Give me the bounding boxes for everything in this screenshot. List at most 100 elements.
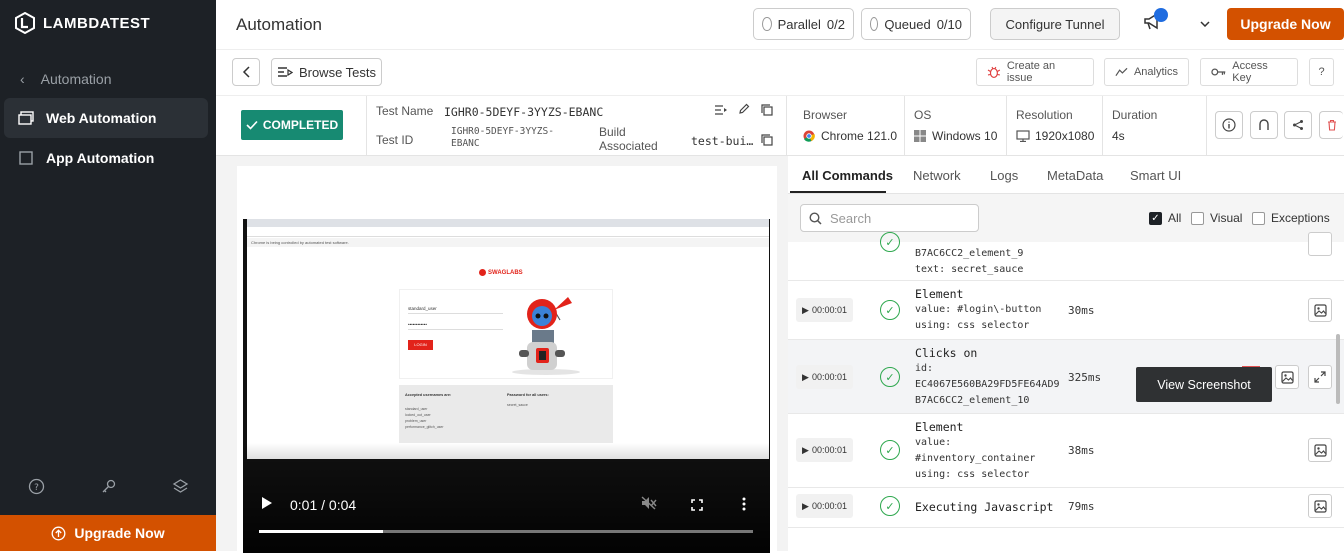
username-field: standard_user — [408, 306, 503, 314]
queued-indicator[interactable]: Queued 0/10 — [861, 8, 971, 40]
create-issue-button[interactable]: Create an issue — [976, 58, 1094, 86]
parallel-indicator[interactable]: Parallel 0/2 — [753, 8, 854, 40]
magnet-icon — [1259, 119, 1269, 130]
video-progress-bar[interactable] — [259, 530, 753, 533]
fullscreen-icon[interactable] — [691, 498, 703, 514]
trash-icon — [1327, 119, 1336, 131]
check-icon — [246, 120, 258, 130]
search-input[interactable]: Search — [800, 204, 979, 232]
credentials-panel: Accepted usernames are: standard_user lo… — [399, 385, 613, 443]
sidebar-item-label: Web Automation — [46, 110, 157, 126]
tab-metadata[interactable]: MetaData — [1047, 168, 1103, 183]
edit-pencil-icon[interactable] — [738, 103, 750, 118]
screenshot-button[interactable] — [1308, 232, 1332, 256]
rename-list-icon[interactable] — [714, 104, 728, 119]
configure-tunnel-button[interactable]: Configure Tunnel — [990, 8, 1120, 40]
key-icon — [1211, 68, 1226, 76]
play-icon[interactable] — [261, 496, 273, 513]
image-icon — [1313, 443, 1327, 457]
info-button[interactable] — [1215, 111, 1243, 139]
command-text: Element value: #inventory_container usin… — [915, 419, 1035, 483]
test-id-value-line1: IGHR0-5DEYF-3YYZS- — [451, 126, 554, 137]
share-button[interactable] — [1284, 111, 1312, 139]
chevron-left-icon: ‹ — [20, 71, 25, 87]
back-label: Automation — [40, 71, 112, 87]
browse-tests-label: Browse Tests — [298, 64, 377, 80]
logo-text: LAMBDATEST — [43, 14, 151, 32]
sidebar-item-web-automation[interactable]: Web Automation — [4, 98, 208, 138]
divider — [786, 96, 787, 156]
tab-logs[interactable]: Logs — [990, 168, 1018, 183]
parallel-value: 0/2 — [826, 16, 845, 32]
build-value[interactable]: test-bui… — [691, 134, 753, 148]
view-screenshot-button[interactable] — [1275, 365, 1299, 389]
layers-icon[interactable] — [172, 478, 189, 500]
expand-button[interactable] — [1308, 365, 1332, 389]
play-small-icon: ▶ — [802, 304, 809, 315]
video-browser-url-bar — [247, 227, 769, 237]
command-time[interactable]: ▶ 00:00:01 — [796, 298, 853, 322]
play-small-icon: ▶ — [802, 444, 809, 455]
copy-icon[interactable] — [761, 134, 773, 149]
status-badge: COMPLETED — [241, 110, 343, 140]
commands-scrollbar[interactable] — [1336, 334, 1340, 404]
browse-tests-button[interactable]: Browse Tests — [271, 58, 382, 86]
command-row[interactable]: ✓ B7AC6CC2_element_9 text: secret_sauce — [788, 232, 1344, 281]
view-screenshot-button[interactable] — [1308, 298, 1332, 322]
access-key-button[interactable]: Access Key — [1200, 58, 1298, 86]
command-line: B7AC6CC2_element_10 — [915, 395, 1030, 406]
help-circle-icon[interactable]: ? — [28, 478, 45, 500]
sidebar-footer-icons: ? — [0, 478, 216, 500]
toolbar: Browse Tests Create an issue Analytics A… — [216, 50, 1344, 96]
more-options-icon[interactable] — [742, 497, 746, 514]
view-screenshot-button[interactable] — [1308, 494, 1332, 518]
back-button[interactable] — [232, 58, 260, 86]
video-time: 0:01 / 0:04 — [290, 497, 356, 513]
magnet-button[interactable] — [1250, 111, 1278, 139]
list-play-icon — [277, 67, 293, 77]
check-circle-icon: ✓ — [880, 367, 900, 387]
test-video-player[interactable]: Chrome is being controlled by automated … — [243, 219, 770, 553]
expand-icon — [1314, 371, 1326, 383]
command-time[interactable]: ▶ 00:00:01 — [796, 365, 853, 389]
tab-all-commands[interactable]: All Commands — [802, 168, 893, 183]
tab-network[interactable]: Network — [913, 168, 961, 183]
chevron-left-icon — [242, 66, 250, 78]
sidebar-item-app-automation[interactable]: App Automation — [4, 138, 208, 178]
filter-exceptions-checkbox[interactable]: Exceptions — [1252, 211, 1330, 225]
command-line: Element — [915, 287, 964, 301]
help-button[interactable]: ? — [1309, 58, 1334, 86]
command-row[interactable]: ▶ 00:00:01 ✓ Element value: #login\-butt… — [788, 281, 1344, 340]
tab-smart-ui[interactable]: Smart UI — [1130, 168, 1181, 183]
command-time[interactable]: ▶ 00:00:01 — [796, 494, 853, 518]
command-row[interactable]: ▶ 00:00:01 ✓ Executing Javascript 79ms — [788, 488, 1344, 528]
arrow-up-circle-icon — [51, 526, 66, 540]
upgrade-now-button[interactable]: Upgrade Now — [1227, 8, 1344, 40]
image-icon — [1313, 499, 1327, 513]
delete-button[interactable] — [1319, 111, 1343, 139]
bug-icon — [987, 66, 1001, 79]
mute-icon[interactable] — [641, 496, 657, 513]
command-text: Executing Javascript — [915, 499, 1053, 515]
key-icon[interactable] — [100, 478, 117, 500]
video-panel: Chrome is being controlled by automated … — [216, 156, 788, 553]
view-screenshot-button[interactable] — [1308, 438, 1332, 462]
filter-visual-checkbox[interactable]: Visual — [1191, 211, 1242, 225]
parallel-label: Parallel — [777, 16, 821, 32]
divider — [1206, 96, 1207, 156]
filter-all-checkbox[interactable]: ✓ All — [1149, 211, 1181, 225]
back-to-automation[interactable]: ‹ Automation — [0, 68, 216, 90]
command-row[interactable]: ▶ 00:00:01 ✓ Element value: #inventory_c… — [788, 414, 1344, 488]
copy-icon[interactable] — [761, 104, 773, 119]
command-time[interactable]: ▶ 00:00:01 — [796, 438, 853, 462]
browser-value: Chrome 121.0 — [821, 129, 898, 143]
lambdatest-logo[interactable]: LAMBDATEST — [14, 12, 150, 34]
accepted-user: problem_user — [405, 419, 427, 423]
divider — [904, 96, 905, 156]
test-id-label: Test ID — [376, 133, 414, 147]
chevron-down-icon[interactable] — [1200, 16, 1210, 30]
svg-text:?: ? — [34, 483, 39, 493]
status-label: COMPLETED — [262, 118, 339, 132]
analytics-button[interactable]: Analytics — [1104, 58, 1189, 86]
sidebar-upgrade-button[interactable]: Upgrade Now — [0, 515, 216, 551]
